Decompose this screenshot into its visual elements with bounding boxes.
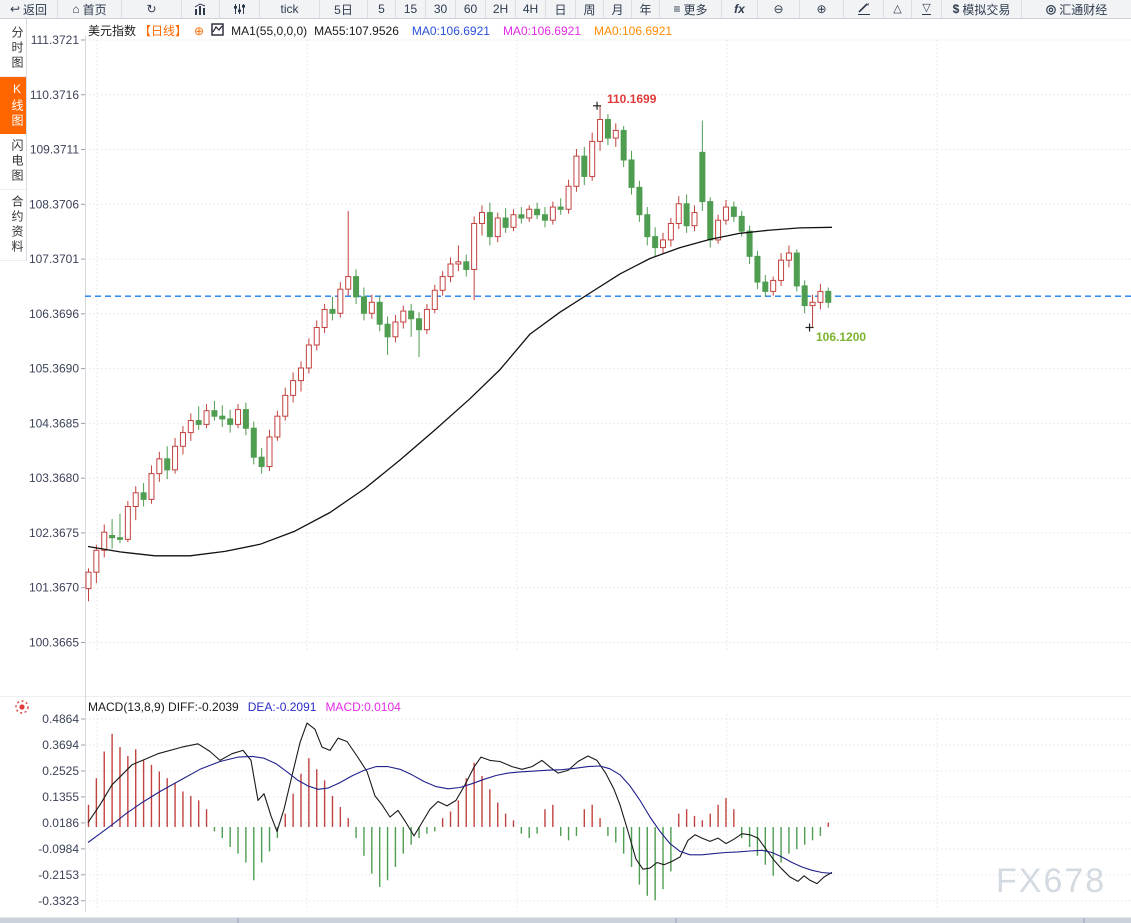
period-15min-button[interactable]: 15 bbox=[396, 0, 426, 18]
svg-text:105.3690: 105.3690 bbox=[29, 362, 79, 376]
svg-text:-0.0984: -0.0984 bbox=[38, 842, 79, 856]
macd-value: MACD:0.0104 bbox=[325, 700, 401, 714]
dollar-icon: $ bbox=[952, 2, 960, 16]
sidebar-tab-contract-info[interactable]: 合约资料 bbox=[0, 190, 26, 261]
menu-icon: ≡ bbox=[673, 2, 681, 16]
back-button[interactable]: ↩ 返回 bbox=[0, 0, 58, 18]
svg-text:103.3680: 103.3680 bbox=[29, 471, 79, 485]
toolbar: ↩ 返回 ⌂ 首页 ↻ tick 5日 5 15 30 60 2H 4H 日 周 月… bbox=[0, 0, 1131, 19]
svg-text:-0.2153: -0.2153 bbox=[38, 868, 79, 882]
fx-icon: fx bbox=[734, 2, 745, 16]
horizontal-scrollbar[interactable] bbox=[0, 917, 1131, 923]
period-day-button[interactable]: 日 bbox=[546, 0, 576, 18]
triangle-up-icon: △ bbox=[893, 2, 902, 15]
fx-indicator-button[interactable]: fx bbox=[722, 0, 758, 18]
svg-text:-0.3323: -0.3323 bbox=[38, 894, 79, 908]
svg-text:107.3701: 107.3701 bbox=[29, 252, 79, 266]
ma55-line bbox=[87, 226, 833, 557]
period-4h-button[interactable]: 4H bbox=[516, 0, 546, 18]
triangle-down-icon: ▽ bbox=[922, 1, 931, 16]
demo-trading-button[interactable]: $ 模拟交易 bbox=[942, 0, 1022, 18]
zoom-in-icon: ⊕ bbox=[816, 2, 827, 16]
symbol-name: 美元指数 bbox=[88, 24, 137, 38]
home-button[interactable]: ⌂ 首页 bbox=[58, 0, 122, 18]
macd-legend: MACD(13,8,9) DIFF:-0.2039 DEA:-0.2091 MA… bbox=[88, 700, 401, 714]
chart-style-button[interactable] bbox=[182, 0, 220, 18]
period-5day-button[interactable]: 5日 bbox=[320, 0, 368, 18]
back-icon: ↩ bbox=[9, 2, 21, 16]
ma-setting-label: MA1(55,0,0,0) bbox=[231, 23, 308, 38]
candle-chart-icon bbox=[211, 22, 224, 39]
svg-text:0.4864: 0.4864 bbox=[42, 712, 79, 726]
huitong-logo-icon: ◎ bbox=[1045, 2, 1057, 16]
period-tick-button[interactable]: tick bbox=[260, 0, 320, 18]
period-week-button[interactable]: 周 bbox=[576, 0, 604, 18]
svg-text:110.3716: 110.3716 bbox=[30, 88, 79, 102]
zoom-out-icon: ⊖ bbox=[773, 2, 784, 16]
candlesticks bbox=[85, 105, 832, 602]
svg-text:101.3670: 101.3670 bbox=[29, 581, 79, 595]
sidebar-tab-time-chart[interactable]: 分时图 bbox=[0, 21, 26, 77]
ma0-value-magenta: MA0:106.6921 bbox=[502, 23, 581, 38]
macd-dea-value: DEA:-0.2091 bbox=[247, 700, 317, 714]
svg-text:104.3685: 104.3685 bbox=[29, 416, 79, 430]
period-60min-button[interactable]: 60 bbox=[456, 0, 486, 18]
ma0-value-blue: MA0:106.6921 bbox=[411, 23, 490, 38]
period-month-button[interactable]: 月 bbox=[604, 0, 632, 18]
triangle-up-tool-button[interactable]: △ bbox=[884, 0, 912, 18]
high-price-annotation: 110.1699 bbox=[607, 92, 657, 106]
macd-diff-value: MACD(13,8,9) DIFF:-0.2039 bbox=[88, 700, 239, 714]
period-year-button[interactable]: 年 bbox=[632, 0, 660, 18]
svg-text:106.3696: 106.3696 bbox=[29, 307, 79, 321]
sidebar-tab-kline-chart[interactable]: K线图 bbox=[0, 77, 26, 134]
macd-settings-sun-icon[interactable] bbox=[14, 699, 30, 720]
draw-line-icon bbox=[857, 3, 870, 15]
bar-chart-icon bbox=[194, 3, 207, 15]
scrollbar-divider bbox=[1083, 918, 1085, 923]
trading-app: ↩ 返回 ⌂ 首页 ↻ tick 5日 5 15 30 60 2H 4H 日 周 月… bbox=[0, 0, 1131, 923]
indicator-sliders-icon bbox=[233, 3, 246, 15]
svg-text:0.0186: 0.0186 bbox=[42, 816, 79, 830]
draw-line-button[interactable] bbox=[844, 0, 884, 18]
triangle-down-tool-button[interactable]: ▽ bbox=[912, 0, 942, 18]
ma0-value-orange: MA0:106.6921 bbox=[594, 23, 673, 38]
home-icon: ⌂ bbox=[72, 2, 80, 16]
macd-plot bbox=[87, 722, 833, 901]
svg-text:0.1355: 0.1355 bbox=[42, 790, 79, 804]
period-label: 【日线】 bbox=[139, 24, 188, 38]
refresh-button[interactable]: ↻ bbox=[122, 0, 182, 18]
svg-text:0.3694: 0.3694 bbox=[42, 738, 79, 752]
scrollbar-divider bbox=[675, 918, 677, 923]
period-30min-button[interactable]: 30 bbox=[426, 0, 456, 18]
huitong-finance-button[interactable]: ◎ 汇通财经 bbox=[1022, 0, 1131, 18]
svg-text:109.3711: 109.3711 bbox=[30, 143, 79, 157]
svg-text:102.3675: 102.3675 bbox=[29, 526, 79, 540]
main-chart-legend: 美元指数 【日线】 ⊕ MA1(55,0,0,0) MA55:107.9526 … bbox=[88, 22, 672, 39]
svg-text:108.3706: 108.3706 bbox=[29, 197, 79, 211]
svg-text:100.3665: 100.3665 bbox=[29, 635, 79, 649]
svg-text:111.3721: 111.3721 bbox=[31, 33, 80, 47]
zoom-in-button[interactable]: ⊕ bbox=[800, 0, 844, 18]
ma55-value: MA55:107.9526 bbox=[314, 23, 399, 38]
more-button[interactable]: ≡ 更多 bbox=[660, 0, 722, 18]
scrollbar-divider bbox=[237, 918, 239, 923]
indicator-settings-button[interactable] bbox=[220, 0, 260, 18]
refresh-icon: ↻ bbox=[146, 2, 157, 16]
add-indicator-icon[interactable]: ⊕ bbox=[194, 24, 204, 38]
svg-text:0.2525: 0.2525 bbox=[42, 764, 79, 778]
sidebar-tab-lightning-chart[interactable]: 闪电图 bbox=[0, 134, 26, 190]
low-price-annotation: 106.1200 bbox=[816, 330, 867, 344]
period-2h-button[interactable]: 2H bbox=[486, 0, 516, 18]
zoom-out-button[interactable]: ⊖ bbox=[758, 0, 800, 18]
axis-labels: 111.3721 110.3716 109.3711 108.3706 107.3701… bbox=[29, 33, 86, 912]
chart-type-sidebar: 分时图 K线图 闪电图 合约资料 bbox=[0, 19, 27, 261]
chart-canvas[interactable]: 111.3721 110.3716 109.3711 108.3706 107.3701… bbox=[0, 0, 1131, 917]
period-5min-button[interactable]: 5 bbox=[368, 0, 396, 18]
